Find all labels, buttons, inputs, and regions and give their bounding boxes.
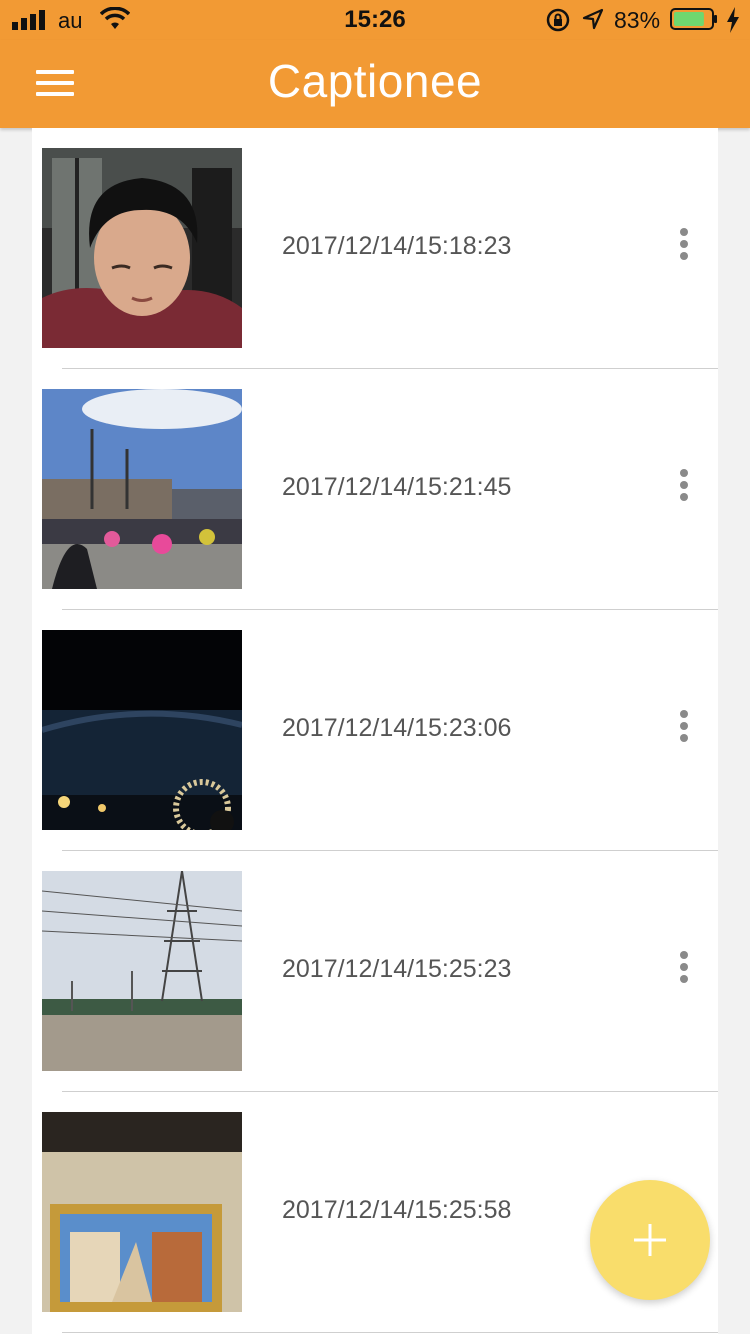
app-header: Captionee — [0, 40, 750, 128]
charging-bolt-icon — [727, 7, 739, 33]
status-bar: au 15:26 83% — [0, 0, 750, 40]
framed-painting-photo-thumbnail[interactable] — [42, 1112, 242, 1312]
app-title: Captionee — [267, 55, 483, 107]
power-tower-field-photo-thumbnail[interactable] — [42, 871, 242, 1071]
more-options-icon[interactable] — [672, 951, 696, 991]
add-button[interactable] — [590, 1180, 710, 1300]
location-arrow-icon — [582, 8, 604, 30]
battery-percent: 83% — [614, 7, 661, 33]
timestamp-label: 2017/12/14/15:21:45 — [282, 473, 512, 501]
parade-photo-thumbnail[interactable] — [42, 389, 242, 589]
timestamp-label: 2017/12/14/15:25:23 — [282, 955, 512, 983]
more-options-icon[interactable] — [672, 469, 696, 509]
timestamp-label: 2017/12/14/15:25:58 — [282, 1196, 512, 1224]
battery-icon — [670, 8, 717, 30]
list-item[interactable]: 2017/12/14/15:25:23 — [32, 851, 718, 1092]
plus-icon — [634, 1224, 666, 1256]
list-item[interactable]: 2017/12/14/15:18:23 — [32, 128, 718, 369]
timestamp-label: 2017/12/14/15:23:06 — [282, 714, 512, 742]
more-options-icon[interactable] — [672, 228, 696, 268]
list-item[interactable]: 2017/12/14/15:23:06 — [32, 610, 718, 851]
night-fireworks-photo-thumbnail[interactable] — [42, 630, 242, 830]
list-item[interactable]: 2017/12/14/15:21:45 — [32, 369, 718, 610]
rotation-lock-icon — [546, 8, 570, 32]
more-options-icon[interactable] — [672, 710, 696, 750]
timestamp-label: 2017/12/14/15:18:23 — [282, 232, 512, 260]
divider — [62, 1332, 718, 1333]
portrait-photo-thumbnail[interactable] — [42, 148, 242, 348]
photo-list: 2017/12/14/15:18:23 2017/12/14/15:21:45 — [32, 128, 718, 1334]
